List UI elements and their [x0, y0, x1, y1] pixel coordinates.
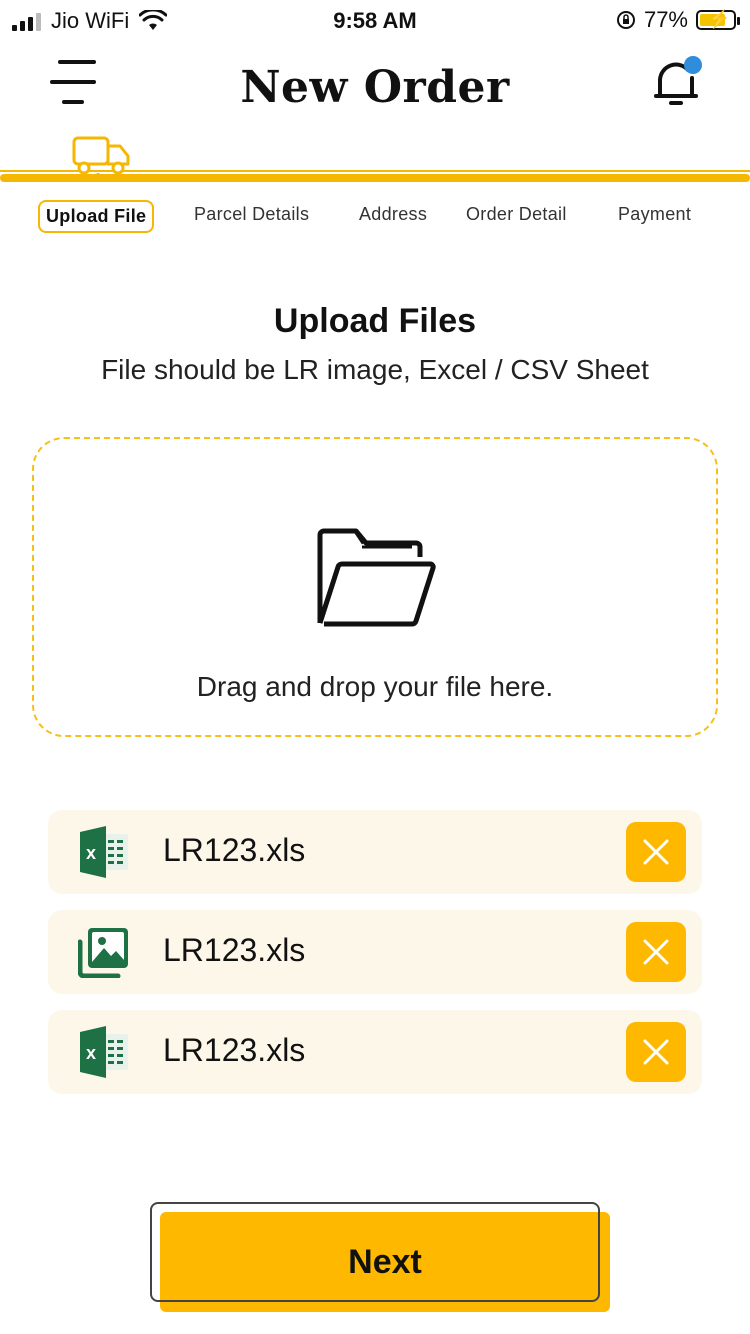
- file-row: x LR123.xls: [48, 1010, 702, 1094]
- upload-title: Upload Files: [273, 302, 477, 340]
- image-file-icon: [78, 928, 128, 978]
- upload-subtitle: File should be LR image, Excel / CSV She…: [101, 354, 649, 385]
- notification-bell-icon[interactable]: [650, 56, 702, 108]
- status-right: 77% ⚡: [616, 7, 740, 33]
- file-name: LR123.xls: [163, 1032, 306, 1068]
- page-title: New Order: [240, 62, 510, 113]
- file-name: LR123.xls: [163, 832, 306, 868]
- remove-file-button[interactable]: [626, 922, 686, 982]
- remove-file-button[interactable]: [626, 822, 686, 882]
- file-row: x LR123.xls: [48, 810, 702, 894]
- close-icon: [643, 839, 669, 865]
- order-stepper: Upload File Parcel Details Address Order…: [0, 132, 750, 242]
- charging-bolt-icon: ⚡: [708, 9, 731, 29]
- step-upload-file[interactable]: Upload File: [38, 200, 155, 233]
- notification-dot: [684, 56, 702, 74]
- svg-text:x: x: [86, 843, 96, 863]
- svg-text:x: x: [86, 1043, 96, 1063]
- status-bar: Jio WiFi 9:58 AM 77% ⚡: [0, 0, 750, 44]
- next-button-wrapper: Next: [150, 1202, 610, 1314]
- app-header: New Order: [0, 44, 750, 144]
- close-icon: [643, 939, 669, 965]
- rotation-lock-icon: [616, 11, 635, 29]
- battery-percent: 77%: [643, 7, 688, 32]
- close-icon: [643, 1039, 669, 1065]
- step-payment[interactable]: Payment: [618, 204, 691, 225]
- file-dropzone[interactable]: Drag and drop your file here.: [32, 437, 718, 737]
- next-button[interactable]: Next: [160, 1212, 610, 1312]
- file-name: LR123.xls: [163, 932, 306, 968]
- step-parcel-details[interactable]: Parcel Details: [194, 204, 309, 225]
- step-labels: Upload File Parcel Details Address Order…: [0, 200, 750, 240]
- excel-file-icon: x: [80, 826, 128, 878]
- remove-file-button[interactable]: [626, 1022, 686, 1082]
- step-address[interactable]: Address: [359, 204, 427, 225]
- step-order-detail[interactable]: Order Detail: [466, 204, 567, 225]
- truck-icon: [72, 136, 130, 180]
- dropzone-text: Drag and drop your file here.: [196, 671, 554, 702]
- folder-open-icon: [317, 528, 436, 627]
- battery-charging-icon: ⚡: [696, 9, 740, 30]
- file-row: LR123.xls: [48, 910, 702, 994]
- excel-file-icon: x: [80, 1026, 128, 1078]
